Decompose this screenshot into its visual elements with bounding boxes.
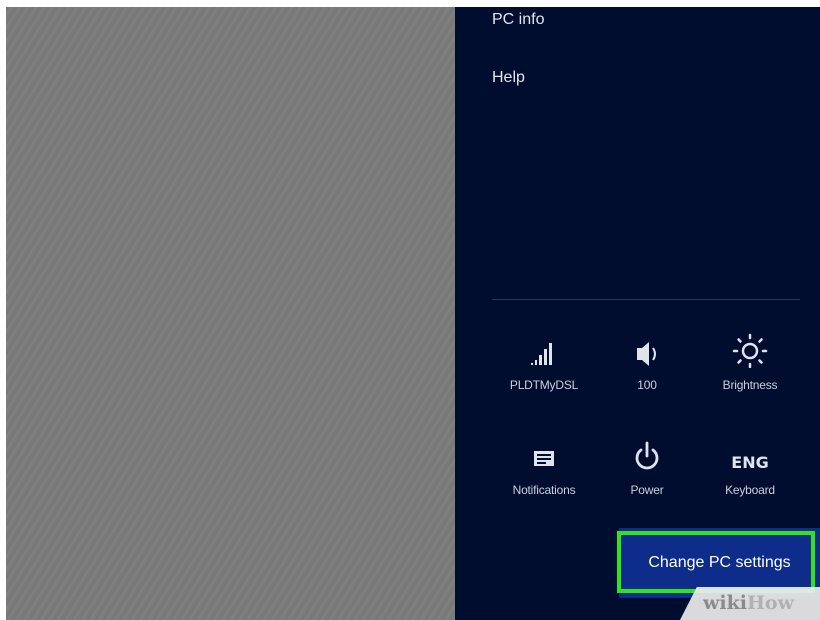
signal-bars-icon xyxy=(492,332,596,368)
highlight-box xyxy=(617,531,815,593)
volume-label: 100 xyxy=(637,378,657,392)
desktop-background[interactable] xyxy=(6,7,455,620)
power-icon xyxy=(595,437,699,473)
menu-item-help[interactable]: Help xyxy=(492,69,525,87)
network-tile[interactable]: PLDTMyDSL xyxy=(492,332,596,422)
speaker-volume-icon xyxy=(595,332,699,368)
notifications-icon xyxy=(492,437,596,473)
notifications-label: Notifications xyxy=(512,483,576,497)
volume-tile[interactable]: 100 xyxy=(595,332,699,422)
keyboard-tile[interactable]: ENG Keyboard xyxy=(698,437,802,527)
wikihow-watermark: wikiHow xyxy=(703,592,794,614)
keyboard-language-code: ENG xyxy=(731,453,769,472)
brightness-label: Brightness xyxy=(722,378,778,392)
network-label: PLDTMyDSL xyxy=(509,378,579,392)
notifications-tile[interactable]: Notifications xyxy=(492,437,596,527)
keyboard-language-indicator: ENG xyxy=(698,437,802,473)
brightness-tile[interactable]: Brightness xyxy=(698,332,802,422)
settings-charm-panel: PC info Help PLDTMyDSL 100 Brightness No… xyxy=(455,7,820,620)
divider xyxy=(492,299,800,300)
watermark-wiki: wiki xyxy=(703,592,747,614)
menu-item-pc-info[interactable]: PC info xyxy=(492,11,544,29)
brightness-sun-icon xyxy=(698,332,802,368)
screen-frame: PC info Help PLDTMyDSL 100 Brightness No… xyxy=(6,7,820,620)
keyboard-label: Keyboard xyxy=(725,483,775,497)
power-tile[interactable]: Power xyxy=(595,437,699,527)
power-label: Power xyxy=(630,483,664,497)
watermark-how: How xyxy=(746,592,794,614)
